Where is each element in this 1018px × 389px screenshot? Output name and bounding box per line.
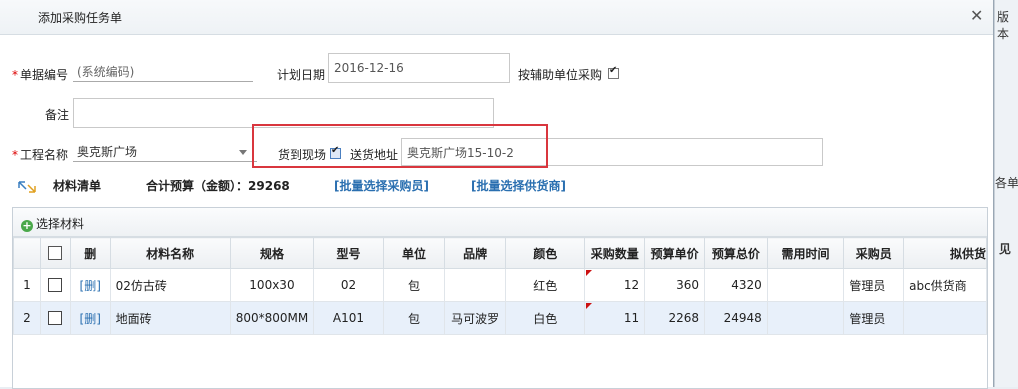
budget-total: 合计预算（金额）：29268 xyxy=(146,179,290,193)
table-row[interactable]: 2 [删] 地面砖 800*800MM A101 包 马可波罗 白色 11 22… xyxy=(13,301,987,335)
col-header-qty[interactable]: 采购数量 xyxy=(584,237,646,269)
col-header-model[interactable]: 型号 xyxy=(313,237,384,269)
background-text: 各单 xyxy=(995,176,1018,190)
col-header-unit[interactable]: 单位 xyxy=(382,237,446,269)
batch-select-supplier-link[interactable]: [批量选择供货商] xyxy=(471,177,566,194)
row-number: 1 xyxy=(13,268,41,302)
project-combo[interactable] xyxy=(73,141,257,162)
background-text: 见 xyxy=(999,242,1012,256)
col-header-total[interactable]: 预算总价 xyxy=(704,237,768,269)
plus-icon: + xyxy=(21,219,33,232)
materials-table: 删 材料名称 规格 型号 单位 品牌 颜色 采购数量 预算单价 预算总价 需用时… xyxy=(13,237,987,335)
cell-time[interactable] xyxy=(766,301,845,335)
cell-time[interactable] xyxy=(766,268,845,302)
doc-no-label: * 单据编号 xyxy=(12,68,69,82)
cell-color[interactable]: 白色 xyxy=(505,301,586,335)
cell-name[interactable]: 地面砖 xyxy=(109,301,231,335)
cell-price[interactable]: 360 xyxy=(644,268,706,302)
row-checkbox-cell xyxy=(39,301,71,335)
doc-no-field[interactable] xyxy=(73,61,253,82)
cell-buyer[interactable]: 管理员 xyxy=(843,301,905,335)
expand-icon[interactable] xyxy=(18,180,36,194)
highlight-box xyxy=(252,124,548,168)
cell-brand[interactable]: 马可波罗 xyxy=(444,301,507,335)
cell-name[interactable]: 02仿古砖 xyxy=(109,268,231,302)
cell-buyer[interactable]: 管理员 xyxy=(843,268,905,302)
table-header-row: 删 材料名称 规格 型号 单位 品牌 颜色 采购数量 预算单价 预算总价 需用时… xyxy=(13,237,987,269)
batch-select-buyer-link[interactable]: [批量选择采购员] xyxy=(334,177,429,194)
close-icon[interactable]: ✕ xyxy=(970,8,983,24)
plan-date-label: 计划日期 xyxy=(277,68,326,82)
cell-spec[interactable]: 100x30 xyxy=(229,268,315,302)
edit-marker xyxy=(586,270,593,276)
col-header-spec[interactable]: 规格 xyxy=(229,237,315,269)
cell-model[interactable]: A101 xyxy=(313,301,384,335)
col-header-color[interactable]: 颜色 xyxy=(505,237,586,269)
cell-supplier[interactable]: abc供货商 xyxy=(903,268,987,302)
row-checkbox[interactable] xyxy=(48,311,63,326)
col-header-buyer[interactable]: 采购员 xyxy=(843,237,905,269)
chevron-down-icon[interactable] xyxy=(239,150,247,155)
cell-color[interactable]: 红色 xyxy=(505,268,586,302)
col-header-select xyxy=(39,237,71,269)
cell-model[interactable]: 02 xyxy=(313,268,384,302)
cell-total[interactable]: 24948 xyxy=(704,301,768,335)
project-label: * 工程名称 xyxy=(12,148,69,162)
aux-unit-label: 按辅助单位采购 xyxy=(518,68,603,82)
delete-link[interactable]: [删] xyxy=(69,301,111,335)
dialog-title: 添加采购任务单 xyxy=(38,11,123,25)
col-header-name[interactable]: 材料名称 xyxy=(109,237,231,269)
col-header-delete: 删 xyxy=(69,237,111,269)
col-header-time[interactable]: 需用时间 xyxy=(766,237,845,269)
col-header-brand[interactable]: 品牌 xyxy=(444,237,507,269)
select-materials-button[interactable]: + 选择材料 xyxy=(21,215,84,232)
add-purchase-task-dialog: 添加采购任务单 ✕ *单据编号 计划日期 按辅助单位采购 备注 *工程名称 货到… xyxy=(0,0,994,389)
cell-price[interactable]: 2268 xyxy=(644,301,706,335)
cell-brand[interactable] xyxy=(444,268,507,302)
row-number: 2 xyxy=(13,301,41,335)
materials-grid: + 选择材料 删 材料名称 规格 型号 单位 品牌 颜色 采购数量 预算单价 预… xyxy=(12,207,988,389)
row-checkbox[interactable] xyxy=(48,278,63,293)
plan-date-field[interactable] xyxy=(328,53,510,83)
cell-spec[interactable]: 800*800MM xyxy=(229,301,315,335)
cell-total[interactable]: 4320 xyxy=(704,268,768,302)
background-text: 版本 xyxy=(997,10,1010,41)
select-all-checkbox[interactable] xyxy=(48,246,63,261)
dialog-titlebar: 添加采购任务单 ✕ xyxy=(0,0,993,35)
table-row[interactable]: 1 [删] 02仿古砖 100x30 02 包 红色 12 360 4320 管… xyxy=(13,268,987,302)
col-header-price[interactable]: 预算单价 xyxy=(644,237,706,269)
row-checkbox-cell xyxy=(39,268,71,302)
col-header-supplier[interactable]: 拟供货 xyxy=(903,237,987,269)
cell-qty[interactable]: 12 xyxy=(584,268,646,302)
aux-unit-checkbox[interactable] xyxy=(608,65,619,79)
delete-link[interactable]: [删] xyxy=(69,268,111,302)
col-header-rownum xyxy=(13,237,41,269)
cell-supplier[interactable] xyxy=(903,301,987,335)
materials-title: 材料清单 xyxy=(53,179,102,193)
edit-marker xyxy=(586,303,593,309)
cell-unit[interactable]: 包 xyxy=(382,301,446,335)
cell-qty[interactable]: 11 xyxy=(584,301,646,335)
background-page: 版本 各单 见 xyxy=(994,0,1018,387)
remark-label: 备注 xyxy=(45,108,70,122)
grid-toolbar: + 选择材料 xyxy=(13,208,987,237)
cell-unit[interactable]: 包 xyxy=(382,268,446,302)
